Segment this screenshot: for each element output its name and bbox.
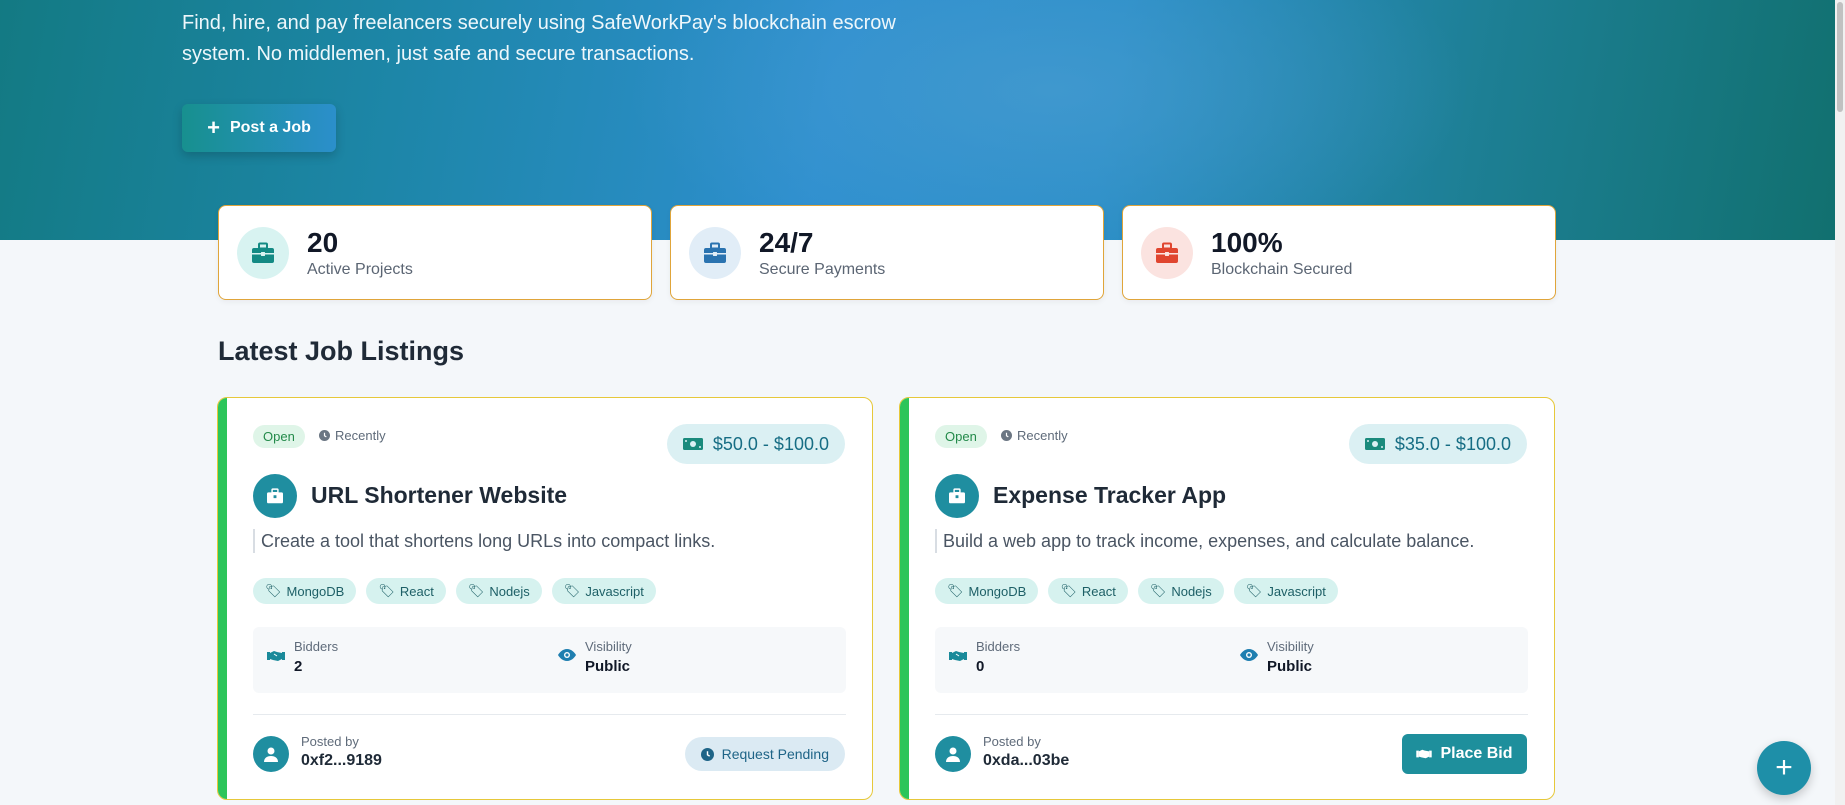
hero-description: Find, hire, and pay freelancers securely… [182,12,896,65]
price-range: $50.0 - $100.0 [712,433,829,454]
bidders-label: Bidders [976,639,1021,654]
skill-tag: 🏷︎ Javascript [551,578,656,604]
card-accent-bar [218,398,227,799]
user-avatar-icon [935,736,971,772]
handshake-icon [1416,749,1433,759]
poster-address: 0xf2...9189 [301,752,382,769]
handshake-icon [267,651,285,661]
briefcase-icon [237,226,289,279]
job-info-box: Bidders 0 Visibility Public [935,627,1528,693]
poster-address: 0xda...03be [983,752,1070,769]
stat-label: Active Projects [307,260,413,278]
bidders-count: 0 [976,658,985,675]
scrollbar[interactable] [1835,0,1845,805]
clock-icon [700,747,714,761]
visibility-value: Public [585,658,631,675]
visibility-info: Visibility Public [1240,639,1314,675]
scrollbar-thumb[interactable] [1837,2,1843,112]
divider [253,714,846,715]
bidders-info: Bidders 2 [267,639,338,675]
price-badge: $35.0 - $100.0 [1348,424,1527,464]
stat-value: 100% [1211,226,1283,258]
clock-icon [1001,430,1012,441]
briefcase-icon [253,474,297,518]
stat-label: Secure Payments [759,260,886,278]
skill-tag: 🏷︎ MongoDB [253,578,357,604]
stat-card-secure-payments: 24/7 Secure Payments [670,205,1104,300]
tag-icon: 🏷︎ [265,583,282,598]
bidders-label: Bidders [294,639,339,654]
tag-icon: 🏷︎ [378,583,395,598]
eye-icon [1240,649,1258,661]
tag-icon: 🏷︎ [947,583,964,598]
price-range: $35.0 - $100.0 [1394,433,1511,454]
skill-tag: 🏷︎ Nodejs [455,578,542,604]
skill-tag: 🏷︎ Nodejs [1137,578,1224,604]
time-label: Recently [335,428,386,443]
time-info: Recently [319,428,386,443]
job-card[interactable]: Open Recently $35.0 - $100.0 Expense Tra… [899,397,1555,800]
clock-icon [319,430,330,441]
price-badge: $50.0 - $100.0 [666,424,845,464]
briefcase-icon [935,474,979,518]
visibility-label: Visibility [1267,639,1314,654]
eye-icon [558,649,576,661]
skill-tags: 🏷︎ MongoDB 🏷︎ React 🏷︎ Nodejs 🏷︎ Javascript [253,578,656,604]
add-floating-button[interactable]: + [1757,741,1811,795]
tag-icon: 🏷︎ [467,583,485,598]
briefcase-icon [689,226,741,279]
job-title[interactable]: URL Shortener Website [311,482,567,509]
post-job-button[interactable]: + Post a Job [182,104,336,152]
request-pending-label: Request Pending [721,746,829,762]
time-label: Recently [1017,428,1068,443]
place-bid-label: Place Bid [1440,745,1513,762]
skill-tag: 🏷︎ Javascript [1233,578,1338,604]
job-description: Build a web app to track income, expense… [935,529,1474,553]
request-pending-badge: Request Pending [684,737,845,771]
stat-label: Blockchain Secured [1211,260,1353,278]
user-avatar-icon [253,736,289,772]
bidders-count: 2 [294,658,303,675]
stat-value: 20 [307,226,339,258]
skill-tags: 🏷︎ MongoDB 🏷︎ React 🏷︎ Nodejs 🏷︎ Javascript [935,578,1338,604]
status-badge: Open [935,425,987,448]
tag-icon: 🏷︎ [563,583,581,598]
hero-banner: Find, hire, and pay freelancers securely… [0,0,1835,240]
handshake-icon [949,651,967,661]
post-job-label: Post a Job [229,119,311,136]
stat-card-active-projects: 20 Active Projects [218,205,652,300]
visibility-value: Public [1267,658,1313,675]
visibility-label: Visibility [585,639,632,654]
skill-tag: 🏷︎ React [1048,578,1128,604]
stat-card-blockchain-secured: 100% Blockchain Secured [1122,205,1556,300]
money-icon [682,438,703,450]
time-info: Recently [1001,428,1068,443]
visibility-info: Visibility Public [558,639,632,675]
divider [935,714,1528,715]
status-badge: Open [253,425,305,448]
plus-icon: + [1775,751,1793,784]
stat-value: 24/7 [759,226,814,258]
tag-icon: 🏷︎ [1149,583,1167,598]
card-accent-bar [900,398,909,799]
plus-icon: + [207,115,220,140]
job-card[interactable]: Open Recently $50.0 - $100.0 URL Shorten… [217,397,873,800]
place-bid-button[interactable]: Place Bid [1402,734,1527,774]
job-description: Create a tool that shortens long URLs in… [253,529,715,553]
skill-tag: 🏷︎ MongoDB [935,578,1039,604]
skill-tag: 🏷︎ React [366,578,446,604]
job-title[interactable]: Expense Tracker App [993,482,1226,509]
tag-icon: 🏷︎ [1245,583,1263,598]
posted-by-label: Posted by [983,734,1041,749]
job-info-box: Bidders 2 Visibility Public [253,627,846,693]
money-icon [1364,438,1385,450]
posted-by-label: Posted by [301,734,359,749]
tag-icon: 🏷︎ [1060,583,1077,598]
bidders-info: Bidders 0 [949,639,1020,675]
section-title: Latest Job Listings [218,336,465,366]
briefcase-icon [1141,226,1193,279]
